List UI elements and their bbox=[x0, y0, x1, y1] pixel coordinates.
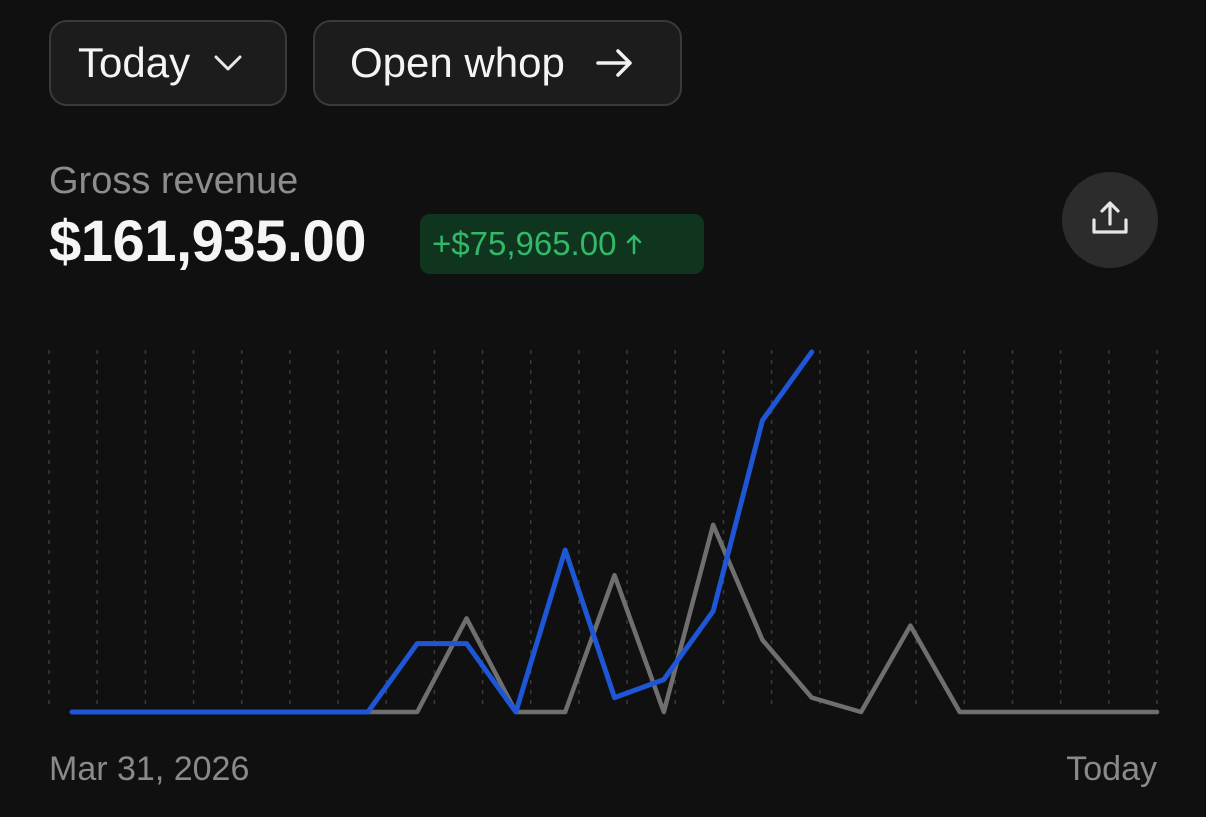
arrow-up-icon bbox=[626, 232, 642, 256]
chevron-down-icon bbox=[212, 53, 244, 73]
previous-period-line bbox=[69, 522, 1160, 715]
chart-end-label: Today bbox=[1066, 750, 1157, 788]
metric-label: Gross revenue bbox=[49, 160, 299, 202]
revenue-dashboard: Today Open whop Gross revenue $161,935.0… bbox=[0, 0, 1206, 817]
arrow-right-icon bbox=[595, 48, 635, 78]
revenue-chart bbox=[48, 349, 1160, 715]
period-selector-button[interactable]: Today bbox=[49, 20, 287, 106]
delta-badge: +$75,965.00 bbox=[420, 214, 704, 274]
delta-value: +$75,965.00 bbox=[432, 225, 617, 262]
open-whop-button[interactable]: Open whop bbox=[313, 20, 682, 106]
share-upload-icon bbox=[1090, 198, 1130, 243]
share-button[interactable] bbox=[1062, 172, 1158, 268]
open-whop-label: Open whop bbox=[350, 39, 565, 86]
period-selector-label: Today bbox=[78, 39, 191, 86]
chart-start-date: Mar 31, 2026 bbox=[49, 750, 250, 788]
metric-value: $161,935.00 bbox=[49, 209, 367, 274]
chart-series bbox=[69, 349, 1160, 715]
current-period-line bbox=[69, 349, 815, 715]
